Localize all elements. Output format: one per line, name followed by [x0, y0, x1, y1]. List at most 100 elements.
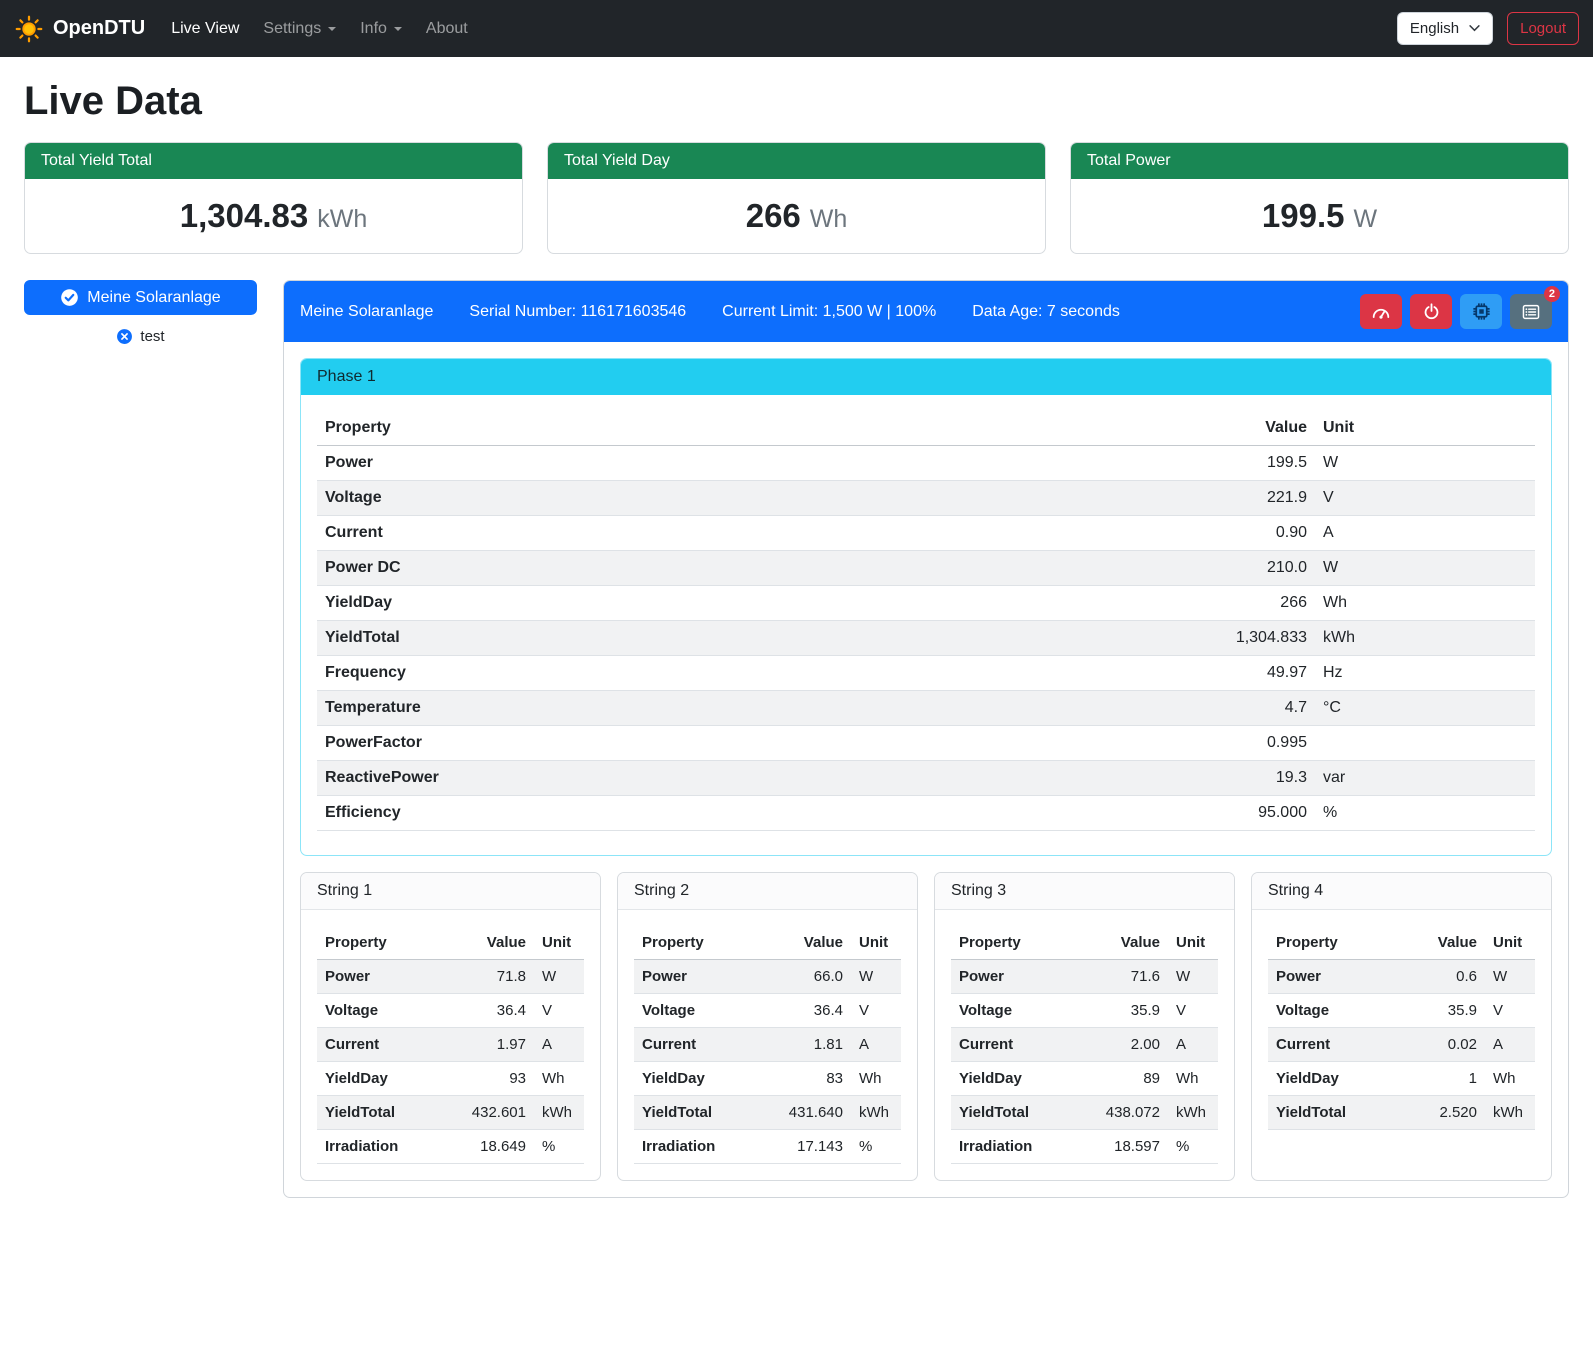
row-value: 431.640	[769, 1096, 851, 1130]
row-unit: V	[534, 994, 584, 1028]
table-row: YieldTotal 432.601 kWh	[317, 1096, 584, 1130]
card-value: 266	[746, 197, 801, 234]
row-value: 19.3	[1185, 761, 1315, 796]
card-body: 266Wh	[548, 179, 1045, 253]
table-row: Power 71.6 W	[951, 960, 1218, 994]
table-row: Power 71.8 W	[317, 960, 584, 994]
row-property: Power	[1268, 960, 1403, 994]
table-row: YieldDay 266 Wh	[317, 586, 1535, 621]
column-value: Value	[1086, 926, 1168, 960]
row-unit: %	[534, 1130, 584, 1164]
power-button[interactable]	[1410, 294, 1452, 329]
nav-info-label: Info	[360, 20, 387, 38]
table-row: Power 199.5 W	[317, 446, 1535, 481]
table-header-row: Property Value Unit	[317, 926, 584, 960]
content-row: Meine Solaranlage test Meine Solaranl	[24, 280, 1569, 1198]
row-value: 89	[1086, 1062, 1168, 1096]
card-title: Total Power	[1071, 143, 1568, 179]
table-header-row: Property Value Unit	[317, 411, 1535, 446]
card-unit: kWh	[317, 205, 367, 233]
string-table-body: Power 0.6 W Voltage 35.	[1268, 960, 1535, 1130]
column-unit: Unit	[851, 926, 901, 960]
card-body: 199.5W	[1071, 179, 1568, 253]
row-value: 95.000	[1185, 796, 1315, 831]
column-property: Property	[317, 411, 1185, 446]
device-info-button[interactable]	[1460, 294, 1502, 329]
nav-settings[interactable]: Settings	[251, 12, 348, 46]
row-value: 2.520	[1403, 1096, 1485, 1130]
column-unit: Unit	[1485, 926, 1535, 960]
brand[interactable]: OpenDTU	[14, 14, 145, 44]
row-unit: kWh	[534, 1096, 584, 1130]
row-value: 49.97	[1185, 656, 1315, 691]
inverter-limit: Current Limit: 1,500 W | 100%	[722, 303, 936, 321]
chevron-down-icon	[1469, 25, 1480, 32]
inverter-serial: Serial Number: 116171603546	[469, 303, 686, 321]
row-property: YieldDay	[634, 1062, 769, 1096]
row-property: Current	[1268, 1028, 1403, 1062]
row-unit: kWh	[1485, 1096, 1535, 1130]
x-circle-icon	[116, 328, 133, 345]
row-value: 71.6	[1086, 960, 1168, 994]
row-property: PowerFactor	[317, 726, 1185, 761]
row-property: Voltage	[317, 481, 1185, 516]
row-value: 93	[452, 1062, 534, 1096]
row-property: YieldDay	[317, 1062, 452, 1096]
table-row: Voltage 35.9 V	[951, 994, 1218, 1028]
sun-logo-icon	[14, 14, 44, 44]
table-row: YieldDay 1 Wh	[1268, 1062, 1535, 1096]
string-title: String 4	[1252, 873, 1551, 910]
row-value: 432.601	[452, 1096, 534, 1130]
row-value: 71.8	[452, 960, 534, 994]
sidebar-item-test[interactable]: test	[24, 328, 257, 345]
nav-links: Live View Settings Info About	[159, 12, 480, 46]
nav-info[interactable]: Info	[348, 12, 414, 46]
row-unit: W	[1168, 960, 1218, 994]
row-unit: A	[1315, 516, 1535, 551]
string-2-card: String 2 Property Value Unit	[617, 872, 918, 1181]
table-row: Voltage 36.4 V	[634, 994, 901, 1028]
cpu-icon	[1471, 301, 1492, 322]
row-value: 1	[1403, 1062, 1485, 1096]
table-row: Current 1.81 A	[634, 1028, 901, 1062]
nav-about[interactable]: About	[414, 12, 480, 46]
table-row: Power 66.0 W	[634, 960, 901, 994]
string-body: Property Value Unit	[1252, 910, 1551, 1146]
string-3-card: String 3 Property Value Unit	[934, 872, 1235, 1181]
table-row: Voltage 35.9 V	[1268, 994, 1535, 1028]
inverter-select-button[interactable]: Meine Solaranlage	[24, 280, 257, 315]
table-row: Power 0.6 W	[1268, 960, 1535, 994]
row-property: YieldDay	[1268, 1062, 1403, 1096]
string-table: Property Value Unit	[634, 926, 901, 1164]
column-unit: Unit	[534, 926, 584, 960]
row-value: 1,304.833	[1185, 621, 1315, 656]
column-unit: Unit	[1168, 926, 1218, 960]
row-unit: Wh	[851, 1062, 901, 1096]
nav-live-view[interactable]: Live View	[159, 12, 251, 46]
navbar-right: English Logout	[1397, 12, 1579, 45]
row-unit: Wh	[1315, 586, 1535, 621]
speedometer-icon	[1371, 303, 1391, 321]
logout-button[interactable]: Logout	[1507, 12, 1579, 45]
events-button[interactable]: 2	[1510, 294, 1552, 329]
table-row: Current 0.90 A	[317, 516, 1535, 551]
card-title: Total Yield Day	[548, 143, 1045, 179]
table-row: Voltage 221.9 V	[317, 481, 1535, 516]
row-property: Irradiation	[951, 1130, 1086, 1164]
row-property: Voltage	[1268, 994, 1403, 1028]
power-icon	[1423, 303, 1440, 320]
row-unit: A	[1485, 1028, 1535, 1062]
table-row: YieldDay 89 Wh	[951, 1062, 1218, 1096]
inverter-body: Phase 1 Property Value Unit	[284, 342, 1568, 1197]
column-property: Property	[634, 926, 769, 960]
row-value: 266	[1185, 586, 1315, 621]
row-property: Power DC	[317, 551, 1185, 586]
language-value: English	[1410, 20, 1459, 37]
row-property: Power	[951, 960, 1086, 994]
check-circle-icon	[60, 288, 79, 307]
language-select[interactable]: English	[1397, 12, 1493, 45]
row-value: 1.97	[452, 1028, 534, 1062]
row-unit: %	[851, 1130, 901, 1164]
row-value: 210.0	[1185, 551, 1315, 586]
limit-gauge-button[interactable]	[1360, 294, 1402, 329]
